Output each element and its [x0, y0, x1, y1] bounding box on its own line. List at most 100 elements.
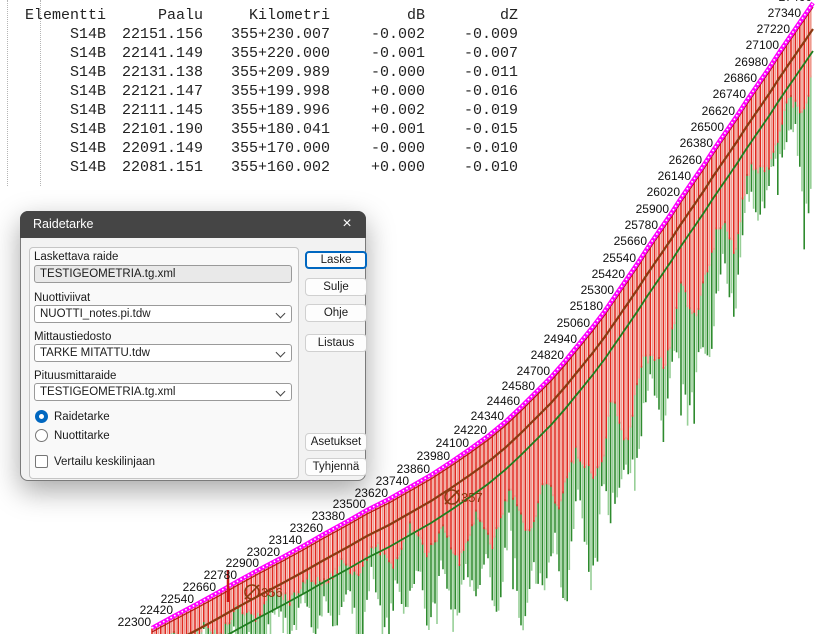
table-header-row: ElementtiPaaluKilometridBdZ: [18, 6, 518, 25]
table-row: S14B22151.156355+230.007-0.002-0.009: [18, 25, 518, 44]
pituusmittaraide-label: Pituusmittaraide: [34, 370, 116, 383]
table-cell: 22111.145: [106, 101, 203, 120]
table-cell: -0.009: [425, 25, 518, 44]
station-label: 26020: [647, 185, 681, 199]
station-label: 22300: [118, 615, 152, 629]
table-cell: 355+189.996: [203, 101, 330, 120]
pituusmittaraide-value: TESTIGEOMETRIA.tg.xml: [40, 386, 175, 398]
dialog-titlebar[interactable]: Raidetarke ×: [20, 211, 366, 238]
table-cell: S14B: [18, 44, 106, 63]
station-label: 23140: [269, 533, 303, 547]
laske-button[interactable]: Laske: [305, 251, 367, 269]
table-cell: 355+209.989: [203, 63, 330, 82]
tyhjenna-button[interactable]: Tyhjennä: [305, 458, 367, 476]
chevron-down-icon[interactable]: [276, 309, 286, 319]
checkbox-icon[interactable]: [35, 455, 48, 468]
table-cell: 22141.149: [106, 44, 203, 63]
station-label: 25900: [636, 202, 670, 216]
laskettava-raide-label: Laskettava raide: [34, 251, 118, 264]
nuottiviivat-value: NUOTTI_notes.pi.tdw: [40, 308, 151, 320]
table-cell: -0.002: [330, 25, 425, 44]
table-row: S14B22141.149355+220.000-0.001-0.007: [18, 44, 518, 63]
station-label: 24460: [487, 394, 521, 408]
table-cell: S14B: [18, 82, 106, 101]
column-header: Paalu: [106, 6, 203, 25]
station-label: 24340: [471, 409, 505, 423]
table-cell: 22131.138: [106, 63, 203, 82]
table-cell: +0.002: [330, 101, 425, 120]
table-cell: -0.010: [425, 158, 518, 177]
asetukset-button[interactable]: Asetukset: [305, 433, 367, 451]
radio-unselected-icon[interactable]: [35, 429, 48, 442]
station-label: 22660: [183, 580, 217, 594]
table-cell: 355+199.998: [203, 82, 330, 101]
station-label: 23380: [312, 509, 346, 523]
table-cell: 22101.190: [106, 120, 203, 139]
tree-rail: [7, 0, 8, 186]
table-row: S14B22111.145355+189.996+0.002-0.019: [18, 101, 518, 120]
pituusmittaraide-combo[interactable]: TESTIGEOMETRIA.tg.xml: [34, 383, 292, 401]
table-cell: 355+230.007: [203, 25, 330, 44]
table-cell: 22151.156: [106, 25, 203, 44]
sulje-button[interactable]: Sulje: [305, 278, 367, 296]
station-label: 25180: [570, 299, 604, 313]
station-label: 26740: [713, 87, 747, 101]
station-label: 24820: [531, 348, 565, 362]
checkbox-vertailu[interactable]: Vertailu keskilinjaan: [35, 455, 155, 469]
radio-selected-icon[interactable]: [35, 410, 48, 423]
table-cell: S14B: [18, 120, 106, 139]
mittaustiedosto-combo[interactable]: TARKE MITATTU.tdw: [34, 344, 292, 362]
station-label: 27340: [768, 6, 802, 20]
station-label: 22540: [161, 592, 195, 606]
radio-nuottitarke[interactable]: Nuottitarke: [35, 429, 110, 443]
station-label: 23620: [355, 486, 389, 500]
station-label: 24580: [502, 379, 536, 393]
km-post-label: 357: [461, 490, 483, 505]
dialog-title: Raidetarke: [33, 217, 93, 231]
nuottiviivat-combo[interactable]: NUOTTI_notes.pi.tdw: [34, 305, 292, 323]
laskettava-raide-value: TESTIGEOMETRIA.tg.xml: [40, 268, 175, 280]
station-label: 26980: [735, 55, 769, 69]
station-label: 24100: [436, 436, 470, 450]
station-label: 26260: [669, 153, 703, 167]
listaus-button[interactable]: Listaus: [305, 334, 367, 352]
column-header: dZ: [425, 6, 518, 25]
table-cell: -0.016: [425, 82, 518, 101]
table-cell: -0.000: [330, 139, 425, 158]
station-label: 24940: [544, 332, 578, 346]
station-label: 27460: [779, 0, 813, 4]
table-cell: -0.015: [425, 120, 518, 139]
table-cell: 355+180.041: [203, 120, 330, 139]
radio-raidetarke[interactable]: Raidetarke: [35, 410, 110, 424]
chevron-down-icon[interactable]: [276, 348, 286, 358]
station-label: 24700: [517, 364, 551, 378]
table-cell: 355+160.002: [203, 158, 330, 177]
table-row: S14B22091.149355+170.000-0.000-0.010: [18, 139, 518, 158]
laskettava-raide-field[interactable]: TESTIGEOMETRIA.tg.xml: [34, 265, 292, 283]
column-header: dB: [330, 6, 425, 25]
station-label: 25780: [625, 218, 659, 232]
table-cell: S14B: [18, 101, 106, 120]
station-label: 26860: [724, 71, 758, 85]
station-label: 22780: [204, 568, 238, 582]
table-row: S14B22081.151355+160.002+0.000-0.010: [18, 158, 518, 177]
table-cell: 355+170.000: [203, 139, 330, 158]
station-label: 27220: [757, 22, 791, 36]
radio-raidetarke-label: Raidetarke: [54, 411, 110, 423]
table-cell: +0.000: [330, 158, 425, 177]
close-icon[interactable]: ×: [330, 211, 364, 238]
station-label: 23860: [397, 462, 431, 476]
station-label: 25420: [592, 267, 626, 281]
table-cell: S14B: [18, 158, 106, 177]
table-cell: +0.001: [330, 120, 425, 139]
table-cell: -0.019: [425, 101, 518, 120]
km-post-label: 356: [261, 585, 283, 600]
ohje-button[interactable]: Ohje: [305, 304, 367, 322]
column-header: Kilometri: [203, 6, 330, 25]
station-label: 24220: [454, 423, 488, 437]
station-label: 23020: [247, 545, 281, 559]
radio-nuottitarke-label: Nuottitarke: [54, 430, 110, 442]
table-row: S14B22121.147355+199.998+0.000-0.016: [18, 82, 518, 101]
station-label: 26140: [658, 169, 692, 183]
chevron-down-icon[interactable]: [276, 387, 286, 397]
